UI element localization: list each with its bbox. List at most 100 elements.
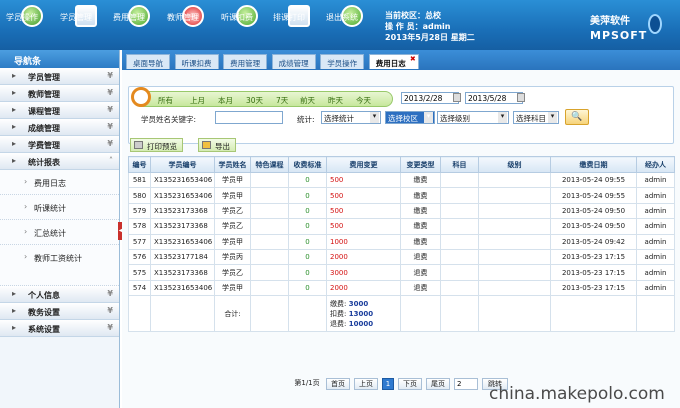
table-cell: admin	[636, 218, 675, 235]
date-to-input[interactable]	[465, 92, 523, 104]
sidebar-group-teacher[interactable]: 教师管理¥	[0, 85, 119, 102]
keyword-input[interactable]	[215, 111, 283, 124]
column-header: 变更类型	[400, 156, 441, 173]
table-cell: X135231653406	[150, 187, 215, 204]
tab-fee-log[interactable]: 费用日志 ✖	[368, 54, 419, 69]
table-cell: 缴费	[400, 233, 441, 250]
stat-select[interactable]: 选择统计	[321, 111, 381, 124]
last-page-button[interactable]: 尾页	[426, 378, 450, 390]
calendar-icon[interactable]	[453, 93, 461, 102]
table-cell: 0	[288, 233, 327, 250]
table-cell: 579	[128, 202, 151, 220]
column-header: 学员编号	[150, 156, 215, 173]
table-row[interactable]: 575 X13523173368 学员乙 0 3000 退费 2013-05-23 17:1…	[128, 264, 675, 281]
table-row[interactable]: 577 X135231653406 学员甲 0 1000 缴费 2013-05-24 09:…	[128, 233, 675, 250]
sidebar-group-reports[interactable]: 统计报表˄	[0, 153, 119, 170]
current-page-button[interactable]: 1	[382, 378, 394, 390]
sidebar-group-tuition[interactable]: 学费管理¥	[0, 136, 119, 153]
tab-student-ops[interactable]: 学员操作	[320, 54, 365, 69]
user-info: 当前校区：总校 操 作 员：admin 2013年5月28日 星期二	[385, 10, 475, 43]
prev-page-button[interactable]: 上页	[354, 378, 378, 390]
toolbar-exit-button[interactable]: 退出系统	[326, 3, 378, 47]
tab-grades[interactable]: 成绩管理	[271, 54, 316, 69]
table-cell	[440, 233, 479, 250]
total-row: 合计: 缴费: 3000 扣费: 13000 退费: 10000	[128, 295, 675, 333]
quick-30-days[interactable]: 30天	[246, 95, 263, 106]
sidebar-item-teacher-salary[interactable]: 教师工资统计	[0, 245, 119, 286]
level-select[interactable]: 选择级别	[437, 111, 509, 124]
sidebar-group-student[interactable]: 学员管理¥	[0, 68, 119, 85]
sidebar: 导航条 学员管理¥ 教师管理¥ 课程管理¥ 成绩管理¥ 学费管理¥ 统计报表˄ …	[0, 50, 120, 408]
export-icon	[202, 141, 211, 149]
toolbar-teacher-mgmt-button[interactable]: 教师管理	[167, 3, 219, 47]
sidebar-group-grades[interactable]: 成绩管理¥	[0, 119, 119, 136]
table-header-row: 编号 学员编号 学员姓名 特色课程 收费标准 费用变更 变更类型 科目 级别 缴费日期 经办人	[128, 156, 675, 173]
watermark: china.makepolo.com	[489, 384, 665, 404]
page-info: 第1/1页	[294, 379, 320, 387]
table-cell: 0	[288, 279, 327, 297]
search-button[interactable]: 🔍	[565, 109, 589, 125]
sidebar-item-fee-log[interactable]: 费用日志	[0, 170, 119, 195]
quick-day-before[interactable]: 前天	[300, 95, 315, 106]
quick-7-days[interactable]: 7天	[276, 95, 288, 106]
toolbar-student-ops-button[interactable]: 学员操作	[6, 3, 58, 47]
quick-this-month[interactable]: 本月	[218, 95, 233, 106]
calendar-icon[interactable]	[517, 93, 525, 102]
toolbar-lesson-deduct-button[interactable]: 听课扣费	[221, 3, 273, 47]
toolbar-schedule-print-button[interactable]: 排课打印	[273, 3, 325, 47]
table-row[interactable]: 576 X13523177184 学员丙 0 2000 退费 2013-05-23 17:1…	[128, 248, 675, 266]
close-icon[interactable]: ✖	[410, 55, 416, 63]
quick-today[interactable]: 今天	[356, 95, 371, 106]
table-row[interactable]: 581 X135231653406 学员甲 0 500 缴费 2013-05-24 09:5…	[128, 171, 675, 189]
table-cell: 退费	[400, 248, 441, 266]
toolbar-fee-mgmt-button[interactable]: 费用管理	[113, 3, 165, 47]
table-cell: 2013-05-24 09:50	[550, 202, 637, 220]
table-row[interactable]: 578 X13523173368 学员乙 0 500 缴费 2013-05-24 09:50…	[128, 218, 675, 235]
first-page-button[interactable]: 首页	[326, 378, 350, 390]
sidebar-item-summary-stats[interactable]: 汇总统计	[0, 220, 119, 245]
chevron-down-icon: ¥	[107, 105, 113, 114]
quick-last-month[interactable]: 上月	[190, 95, 205, 106]
brand-logo-icon	[648, 14, 662, 34]
table-row[interactable]: 574 X135231653406 学员甲 0 2000 退费 2013-05-23 17:…	[128, 279, 675, 297]
table-row[interactable]: 580 X135231653406 学员甲 0 500 缴费 2013-05-24 09:5…	[128, 187, 675, 204]
tab-fee-mgmt[interactable]: 费用管理	[223, 54, 268, 69]
table-cell	[440, 218, 479, 235]
table-cell	[250, 233, 289, 250]
chevron-down-icon: ¥	[107, 289, 113, 298]
quick-all[interactable]: 所有	[158, 95, 173, 106]
export-button[interactable]: 导出	[198, 138, 236, 152]
print-preview-button[interactable]: 打印预览	[130, 138, 183, 152]
table-cell: 2013-05-23 17:15	[550, 279, 637, 297]
sidebar-item-lesson-stats[interactable]: 听课统计	[0, 195, 119, 220]
table-row[interactable]: 579 X13523173368 学员乙 0 500 缴费 2013-05-24 09:50…	[128, 202, 675, 220]
table-cell	[250, 264, 289, 281]
next-page-button[interactable]: 下页	[398, 378, 422, 390]
table-cell: X13523173368	[150, 202, 215, 220]
toolbar-student-mgmt-button[interactable]: 学员管理	[60, 3, 112, 47]
sidebar-group-course[interactable]: 课程管理¥	[0, 102, 119, 119]
sidebar-group-profile[interactable]: 个人信息¥	[0, 286, 119, 303]
column-header: 缴费日期	[550, 156, 637, 173]
column-header: 编号	[128, 156, 151, 173]
goto-page-input[interactable]	[454, 378, 478, 390]
quick-yesterday[interactable]: 昨天	[328, 95, 343, 106]
subject-select[interactable]: 选择科目	[513, 111, 559, 124]
table-cell: 500	[326, 187, 401, 204]
table-cell	[440, 187, 479, 204]
table-cell	[478, 264, 551, 281]
table-cell	[440, 171, 479, 189]
campus-select[interactable]: 选择校区	[385, 111, 435, 124]
sidebar-group-academic-settings[interactable]: 教务设置¥	[0, 303, 119, 320]
date-from-input[interactable]	[401, 92, 459, 104]
sidebar-group-system-settings[interactable]: 系统设置¥	[0, 320, 119, 337]
tab-lesson-deduct[interactable]: 听课扣费	[174, 54, 219, 69]
chevron-down-icon: ¥	[107, 306, 113, 315]
tab-desktop-nav[interactable]: 桌面导航	[126, 54, 170, 69]
table-cell	[150, 295, 215, 333]
table-cell	[400, 295, 441, 333]
table-cell: 0	[288, 218, 327, 235]
chevron-down-icon: ¥	[107, 139, 113, 148]
current-operator: 操 作 员：admin	[385, 22, 451, 31]
table-cell: 2000	[326, 248, 401, 266]
